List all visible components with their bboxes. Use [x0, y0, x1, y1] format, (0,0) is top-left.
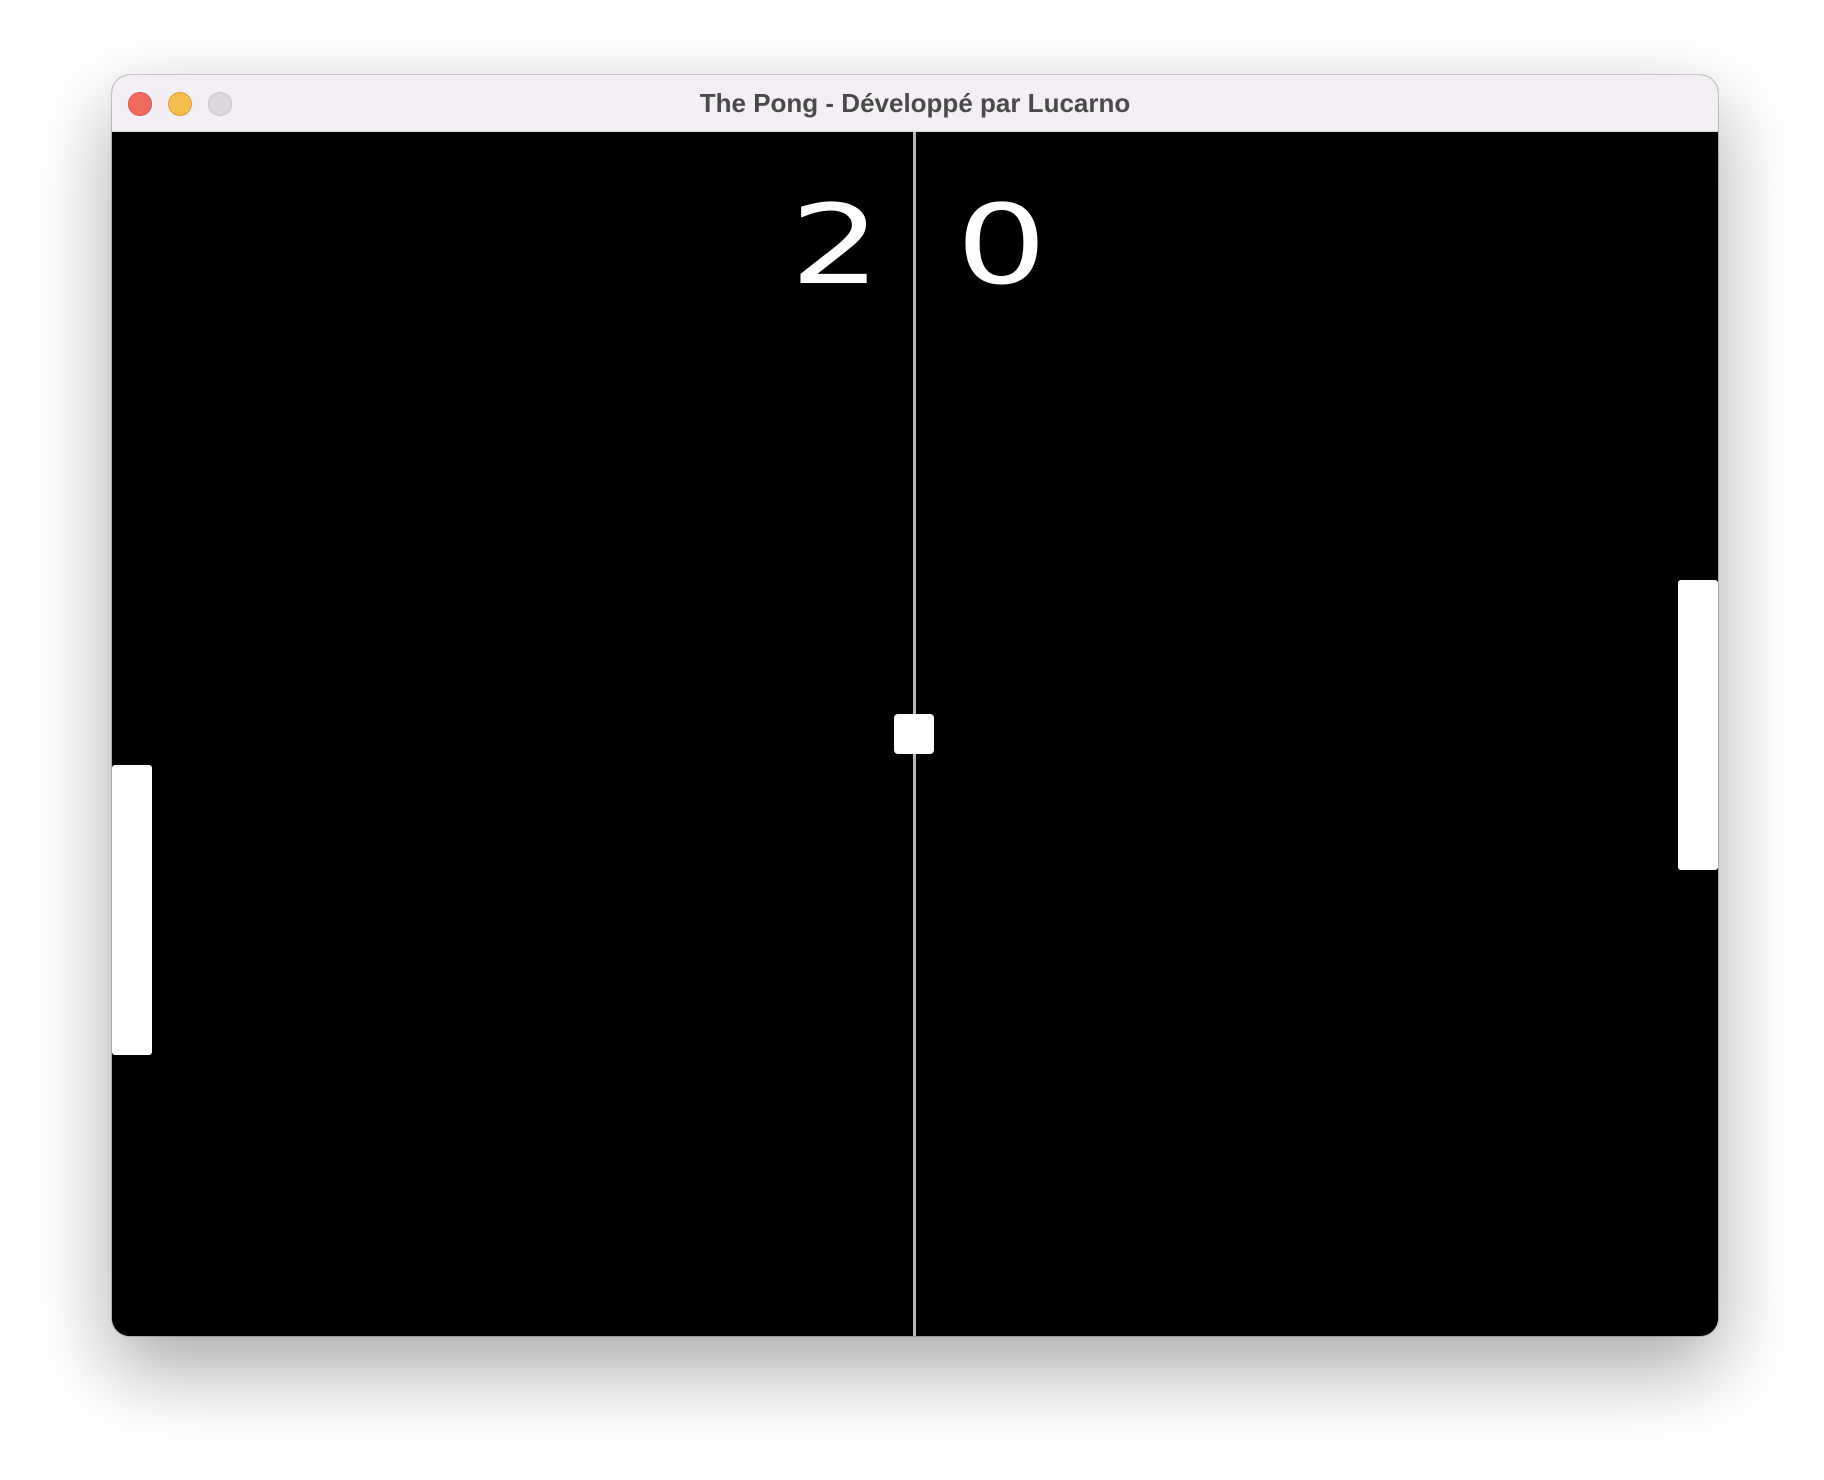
ball [894, 714, 934, 754]
title-bar[interactable]: The Pong - Développé par Lucarno [112, 75, 1718, 132]
right-paddle [1678, 580, 1718, 870]
window-title: The Pong - Développé par Lucarno [699, 88, 1131, 118]
left-player-score: 2 [790, 181, 881, 309]
game-court[interactable]: 2 0 [112, 132, 1718, 1336]
left-paddle [112, 765, 152, 1055]
right-player-score: 0 [956, 181, 1047, 309]
game-window: The Pong - Développé par Lucarno 2 0 [112, 75, 1718, 1336]
